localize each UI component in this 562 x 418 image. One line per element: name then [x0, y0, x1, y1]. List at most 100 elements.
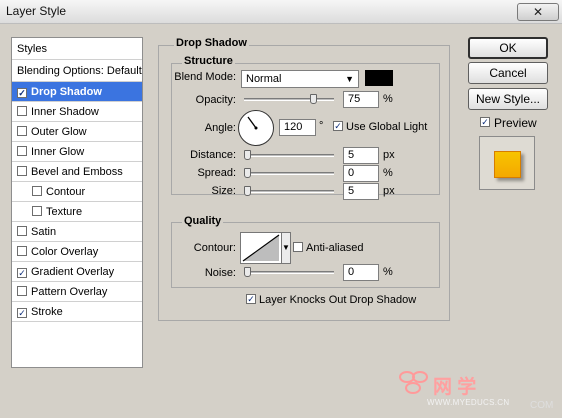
size-field[interactable]: 5: [343, 183, 379, 200]
ok-button-label: OK: [499, 41, 517, 55]
use-global-light-label: Use Global Light: [346, 121, 428, 133]
checkbox-pattern-overlay[interactable]: [17, 286, 27, 296]
style-item-label: Outer Glow: [31, 126, 87, 138]
title-bar: Layer Style ✕: [0, 0, 562, 24]
style-item-label: Texture: [46, 206, 83, 218]
use-global-light-checkbox[interactable]: ✓: [333, 121, 343, 131]
cancel-button[interactable]: Cancel: [468, 62, 548, 84]
preview-label: Preview: [494, 116, 537, 130]
style-item-bevel-emboss[interactable]: Bevel and Emboss: [12, 162, 142, 182]
opacity-label: Opacity:: [195, 94, 236, 106]
layer-knocks-out-checkbox[interactable]: ✓: [246, 294, 256, 304]
check-icon: ✓: [247, 294, 255, 304]
checkbox-color-overlay[interactable]: [17, 246, 27, 256]
spread-field[interactable]: 0: [343, 165, 379, 182]
distance-field[interactable]: 5: [343, 147, 379, 164]
style-item-color-overlay[interactable]: Color Overlay: [12, 242, 142, 262]
chevron-down-icon: ▼: [345, 74, 354, 84]
checkbox-satin[interactable]: [17, 226, 27, 236]
drop-shadow-title: Drop Shadow: [174, 37, 249, 49]
style-item-gradient-overlay[interactable]: ✓ Gradient Overlay: [12, 262, 142, 282]
style-item-label: Color Overlay: [31, 246, 99, 258]
check-icon: ✓: [18, 308, 26, 318]
opacity-slider-thumb[interactable]: [310, 94, 317, 104]
style-preview-swatch: [494, 151, 521, 178]
checkbox-outer-glow[interactable]: [17, 126, 27, 136]
opacity-value: 75: [348, 93, 361, 105]
check-icon: ✓: [481, 117, 489, 127]
contour-label: Contour:: [193, 242, 236, 254]
style-item-stroke[interactable]: ✓ Stroke: [12, 302, 142, 322]
check-icon: ✓: [18, 88, 26, 98]
spread-slider-track[interactable]: [244, 172, 334, 175]
watermark-logo-icon: [399, 371, 428, 394]
new-style-button[interactable]: New Style...: [468, 88, 548, 110]
style-item-label: Gradient Overlay: [31, 266, 115, 278]
checkbox-inner-shadow[interactable]: [17, 106, 27, 116]
angle-unit: °: [319, 120, 324, 132]
style-item-inner-shadow[interactable]: Inner Shadow: [12, 102, 142, 122]
opacity-slider-track[interactable]: [244, 98, 334, 101]
checkbox-contour[interactable]: [32, 186, 42, 196]
contour-preview[interactable]: [240, 232, 282, 264]
spread-slider-thumb[interactable]: [244, 168, 251, 178]
style-item-label: Stroke: [31, 306, 63, 318]
style-item-outer-glow[interactable]: Outer Glow: [12, 122, 142, 142]
close-button[interactable]: ✕: [517, 3, 559, 21]
style-item-satin[interactable]: Satin: [12, 222, 142, 242]
checkbox-inner-glow[interactable]: [17, 146, 27, 156]
angle-label: Angle:: [204, 122, 236, 134]
blend-mode-select[interactable]: Normal ▼: [241, 70, 359, 88]
noise-label: Noise:: [204, 267, 236, 279]
style-item-label: Pattern Overlay: [31, 286, 108, 298]
style-item-drop-shadow[interactable]: ✓ Drop Shadow: [12, 82, 142, 102]
noise-slider-thumb[interactable]: [244, 267, 251, 277]
checkbox-stroke[interactable]: ✓: [17, 308, 27, 318]
opacity-field[interactable]: 75: [343, 91, 379, 108]
blending-options-item[interactable]: Blending Options: Default: [12, 60, 142, 82]
watermark-text: 网 学: [433, 377, 477, 398]
angle-dial[interactable]: [238, 110, 274, 146]
style-item-pattern-overlay[interactable]: Pattern Overlay: [12, 282, 142, 302]
shadow-color-swatch[interactable]: [365, 70, 393, 86]
watermark-suffix: COM: [530, 400, 554, 411]
blend-mode-label: Blend Mode:: [174, 71, 236, 83]
distance-label: Distance:: [190, 149, 236, 161]
styles-header-label: Styles: [17, 43, 47, 55]
style-item-label: Drop Shadow: [31, 86, 102, 98]
style-item-contour[interactable]: Contour: [12, 182, 142, 202]
quality-title: Quality: [182, 215, 224, 227]
blending-options-label: Blending Options: Default: [17, 65, 142, 77]
checkbox-drop-shadow[interactable]: ✓: [17, 88, 27, 98]
close-icon: ✕: [532, 5, 544, 19]
styles-list: Styles Blending Options: Default ✓ Drop S…: [11, 37, 143, 368]
checkbox-gradient-overlay[interactable]: ✓: [17, 268, 27, 278]
contour-dropdown[interactable]: ▼: [282, 232, 291, 264]
size-unit: px: [383, 185, 395, 197]
styles-header[interactable]: Styles: [12, 38, 142, 60]
angle-field[interactable]: 120: [279, 119, 316, 136]
ok-button[interactable]: OK: [468, 37, 548, 59]
angle-value: 120: [284, 121, 303, 133]
size-slider-thumb[interactable]: [244, 186, 251, 196]
layer-style-dialog: Styles Blending Options: Default ✓ Drop S…: [0, 24, 562, 418]
style-item-inner-glow[interactable]: Inner Glow: [12, 142, 142, 162]
preview-checkbox[interactable]: ✓: [480, 117, 490, 127]
anti-aliased-label: Anti-aliased: [306, 242, 364, 254]
anti-aliased-checkbox[interactable]: [293, 242, 303, 252]
spread-label: Spread:: [197, 167, 236, 179]
style-item-texture[interactable]: Texture: [12, 202, 142, 222]
size-slider-track[interactable]: [244, 190, 334, 193]
check-icon: ✓: [18, 268, 26, 278]
checkbox-texture[interactable]: [32, 206, 42, 216]
distance-slider-thumb[interactable]: [244, 150, 251, 160]
distance-slider-track[interactable]: [244, 154, 334, 157]
noise-slider-track[interactable]: [244, 271, 334, 274]
watermark: 网 学 WWW.MYEDUCS.CN COM: [393, 365, 559, 415]
noise-field[interactable]: 0: [343, 264, 379, 281]
contour-curve-icon: [242, 234, 280, 262]
style-item-label: Bevel and Emboss: [31, 166, 123, 178]
noise-value: 0: [348, 266, 355, 278]
check-icon: ✓: [334, 121, 342, 131]
checkbox-bevel-emboss[interactable]: [17, 166, 27, 176]
